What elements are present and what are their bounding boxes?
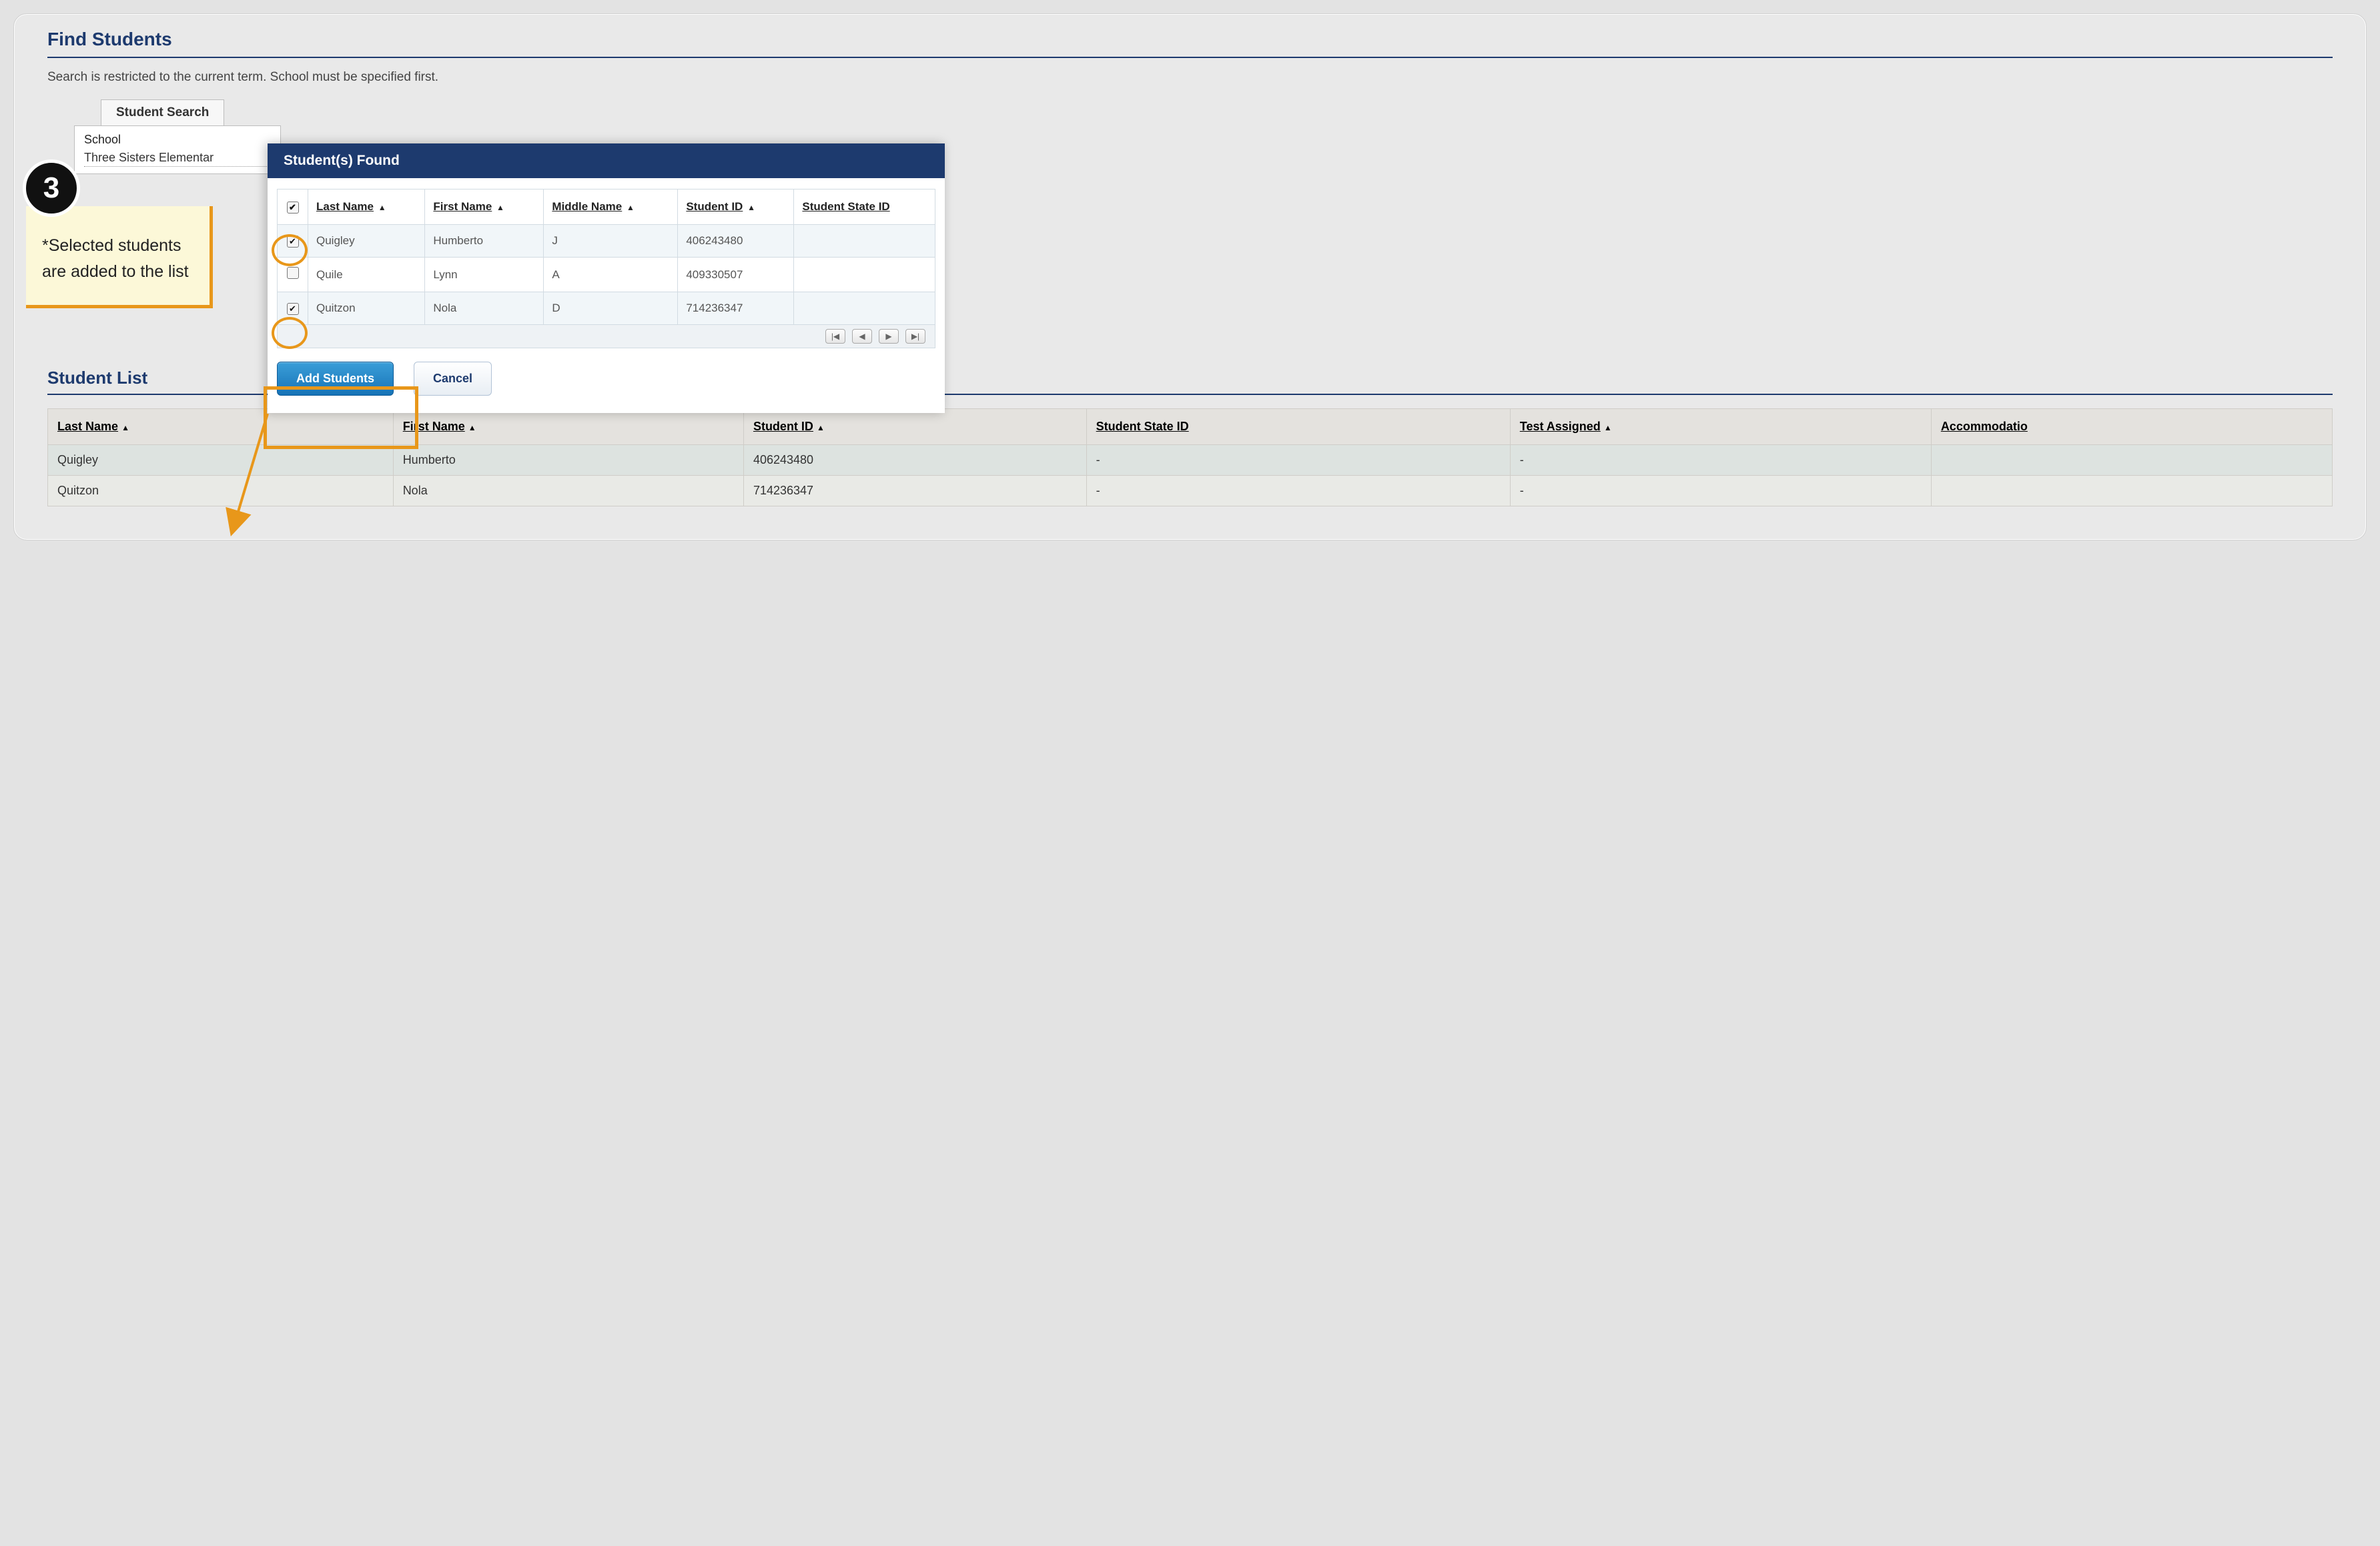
row-checkbox[interactable]	[287, 267, 299, 279]
list-header-row: Last Name ▲ First Name ▲ Student ID ▲ St…	[48, 409, 2333, 445]
sort-asc-icon: ▲	[121, 423, 129, 432]
search-subtext: Search is restricted to the current term…	[47, 70, 2333, 85]
school-label: School	[84, 133, 271, 147]
cell-first-name: Humberto	[393, 445, 743, 476]
school-select-box: School Three Sisters Elementar	[74, 125, 281, 174]
cell-accommodation	[1931, 445, 2332, 476]
col-student-id[interactable]: Student ID ▲	[743, 409, 1086, 445]
col-test-assigned[interactable]: Test Assigned ▲	[1510, 409, 1931, 445]
row-checkbox[interactable]	[287, 303, 299, 315]
select-all-checkbox[interactable]	[287, 202, 299, 214]
student-list-table: Last Name ▲ First Name ▲ Student ID ▲ St…	[47, 408, 2333, 506]
cell-student-id: 714236347	[678, 292, 794, 325]
grid-row[interactable]: Quigley Humberto J 406243480	[278, 225, 935, 258]
row-checkbox[interactable]	[287, 236, 299, 248]
col-student-state-id[interactable]: Student State ID	[794, 189, 935, 225]
sort-asc-icon: ▲	[817, 423, 825, 432]
school-value[interactable]: Three Sisters Elementar	[84, 149, 271, 167]
cell-middle-name: D	[544, 292, 678, 325]
col-first-name[interactable]: First Name ▲	[393, 409, 743, 445]
col-student-state-id[interactable]: Student State ID	[1086, 409, 1510, 445]
cell-test-assigned: -	[1510, 476, 1931, 506]
list-row[interactable]: Quitzon Nola 714236347 - -	[48, 476, 2333, 506]
sort-asc-icon: ▲	[627, 203, 635, 212]
cell-student-state-id: -	[1086, 476, 1510, 506]
cell-first-name: Lynn	[425, 258, 544, 292]
cell-last-name: Quigley	[48, 445, 394, 476]
cell-last-name: Quitzon	[308, 292, 425, 325]
cell-student-state-id: -	[1086, 445, 1510, 476]
callout-note: *Selected students are added to the list	[26, 206, 213, 308]
pager-next-icon[interactable]: ▶	[879, 329, 899, 344]
cell-accommodation	[1931, 476, 2332, 506]
col-last-name[interactable]: Last Name ▲	[48, 409, 394, 445]
pager-last-icon[interactable]: ▶|	[905, 329, 925, 344]
cell-first-name: Nola	[393, 476, 743, 506]
page-title: Find Students	[47, 14, 2333, 58]
students-found-modal: Student(s) Found Last Name ▲ First Name …	[268, 143, 945, 413]
col-first-name[interactable]: First Name ▲	[425, 189, 544, 225]
cell-first-name: Nola	[425, 292, 544, 325]
cell-student-id: 409330507	[678, 258, 794, 292]
cell-last-name: Quitzon	[48, 476, 394, 506]
cell-middle-name: J	[544, 225, 678, 258]
sort-asc-icon: ▲	[747, 203, 755, 212]
grid-row[interactable]: Quitzon Nola D 714236347	[278, 292, 935, 325]
cell-student-state-id	[794, 292, 935, 325]
sort-asc-icon: ▲	[1604, 423, 1612, 432]
cell-last-name: Quile	[308, 258, 425, 292]
col-last-name[interactable]: Last Name ▲	[308, 189, 425, 225]
cell-student-id: 406243480	[743, 445, 1086, 476]
cell-student-state-id	[794, 258, 935, 292]
cell-last-name: Quigley	[308, 225, 425, 258]
modal-title: Student(s) Found	[268, 143, 945, 178]
sort-asc-icon: ▲	[378, 203, 386, 212]
grid-header-row: Last Name ▲ First Name ▲ Middle Name ▲ S…	[278, 189, 935, 225]
pager-first-icon[interactable]: |◀	[825, 329, 845, 344]
cancel-button[interactable]: Cancel	[414, 362, 492, 396]
cell-first-name: Humberto	[425, 225, 544, 258]
step-badge: 3	[23, 159, 80, 217]
col-accommodation[interactable]: Accommodatio	[1931, 409, 2332, 445]
tab-student-search[interactable]: Student Search	[101, 99, 224, 125]
cell-student-id: 406243480	[678, 225, 794, 258]
sort-asc-icon: ▲	[468, 423, 476, 432]
list-row[interactable]: Quigley Humberto 406243480 - -	[48, 445, 2333, 476]
pager-prev-icon[interactable]: ◀	[852, 329, 872, 344]
add-students-button[interactable]: Add Students	[277, 362, 394, 396]
grid-row[interactable]: Quile Lynn A 409330507	[278, 258, 935, 292]
cell-student-state-id	[794, 225, 935, 258]
col-middle-name[interactable]: Middle Name ▲	[544, 189, 678, 225]
cell-student-id: 714236347	[743, 476, 1086, 506]
sort-asc-icon: ▲	[496, 203, 504, 212]
pager: |◀ ◀ ▶ ▶|	[277, 325, 935, 348]
col-student-id[interactable]: Student ID ▲	[678, 189, 794, 225]
found-students-table: Last Name ▲ First Name ▲ Middle Name ▲ S…	[277, 189, 935, 325]
cell-test-assigned: -	[1510, 445, 1931, 476]
cell-middle-name: A	[544, 258, 678, 292]
